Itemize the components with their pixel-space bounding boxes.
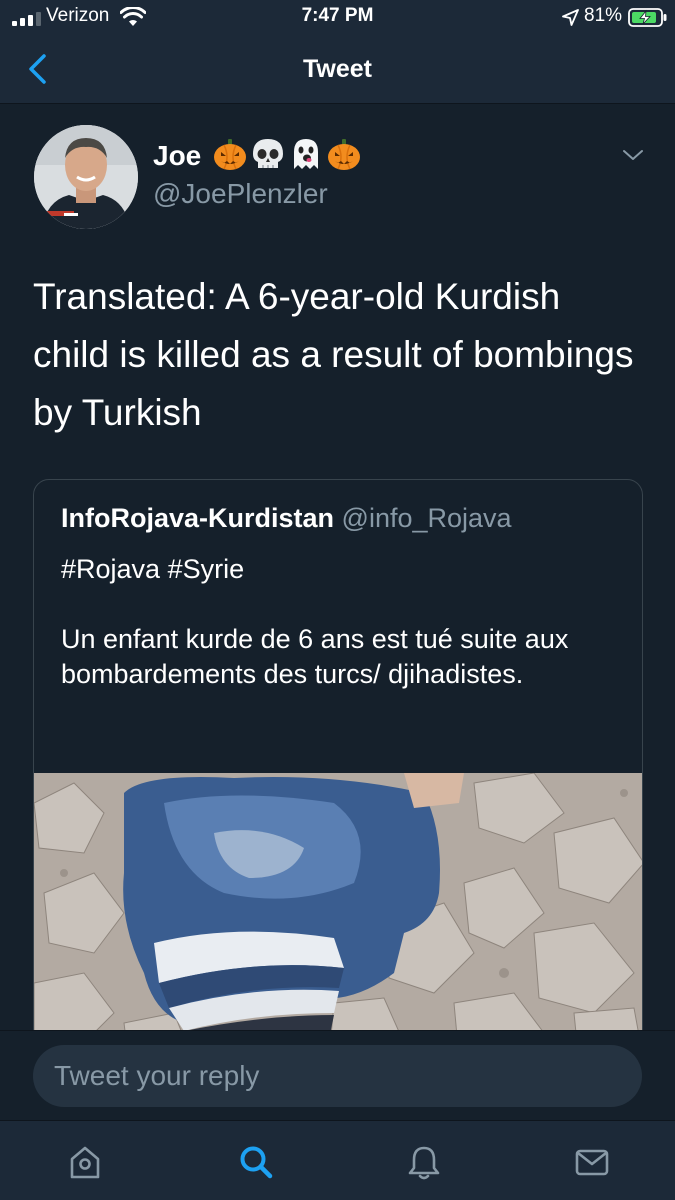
ghost-emoji-icon: [288, 136, 324, 172]
battery-charging-icon: [628, 8, 667, 27]
page-title: Tweet: [303, 55, 372, 83]
pumpkin-emoji-icon: [212, 136, 248, 172]
home-icon[interactable]: [66, 1143, 104, 1181]
quoted-tweet-text: #Rojava #Syrie Un enfant kurde de 6 ans …: [61, 554, 569, 689]
author-avatar[interactable]: [34, 125, 138, 229]
reply-input[interactable]: Tweet your reply: [33, 1045, 642, 1107]
messages-icon[interactable]: [573, 1143, 611, 1181]
notifications-icon[interactable]: [405, 1143, 443, 1181]
battery-percent: 81%: [584, 5, 623, 26]
status-bar: Verizon 7:47 PM 81%: [0, 0, 675, 34]
reply-bar: Tweet your reply: [0, 1030, 675, 1120]
quoted-author-name: InfoRojava-Kurdistan: [61, 503, 335, 533]
chevron-down-icon[interactable]: [620, 146, 646, 164]
quoted-tweet-card[interactable]: InfoRojava-Kurdistan @info_Rojava #Rojav…: [33, 479, 643, 1059]
tab-bar: [0, 1120, 675, 1200]
author-name[interactable]: Joe: [153, 140, 201, 172]
tweet-text: Translated: A 6-year-old Kurdish child i…: [33, 276, 634, 433]
skull-emoji-icon: [250, 136, 286, 172]
navigation-header: Tweet: [0, 34, 675, 104]
quoted-tweet-photo[interactable]: [34, 773, 642, 1058]
author-name-emoji: [212, 136, 362, 174]
location-arrow-icon: [562, 9, 579, 26]
quoted-author-handle: @info_Rojava: [341, 503, 512, 533]
pumpkin-emoji-icon: [326, 136, 362, 172]
author-handle[interactable]: @JoePlenzler: [153, 178, 328, 210]
search-icon[interactable]: [237, 1143, 275, 1181]
quoted-tweet-header: InfoRojava-Kurdistan @info_Rojava: [61, 503, 512, 534]
